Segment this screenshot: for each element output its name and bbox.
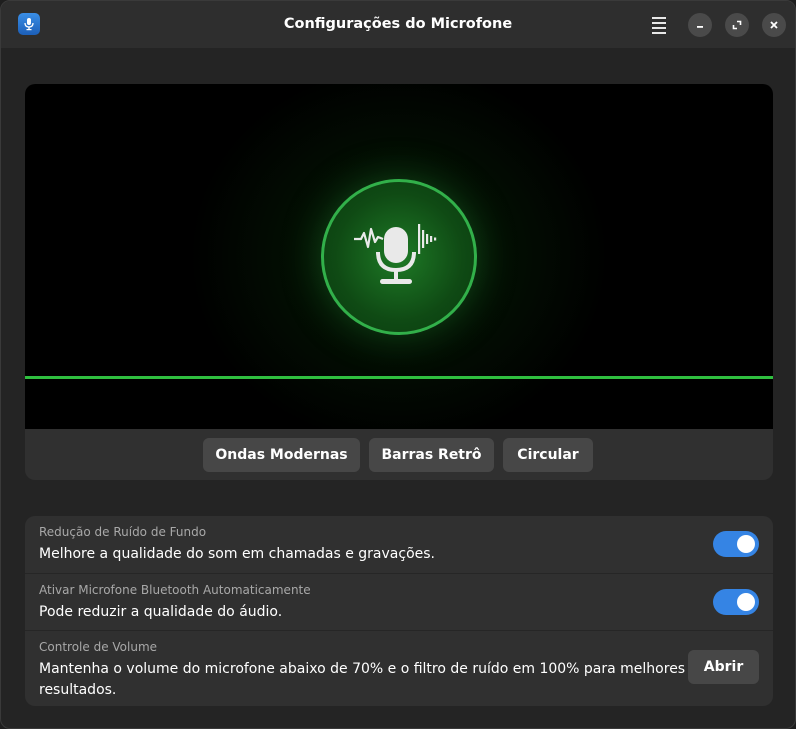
minimize-icon[interactable] <box>688 13 712 37</box>
close-icon[interactable] <box>762 13 786 37</box>
bluetooth-mic-row: Ativar Microfone Bluetooth Automaticamen… <box>25 573 773 630</box>
microphone-waveform-icon <box>321 179 477 335</box>
row-title: Controle de Volume <box>39 640 158 654</box>
row-description-line1: Mantenha o volume do microfone abaixo de… <box>39 661 686 677</box>
noise-reduction-toggle[interactable] <box>713 531 759 557</box>
row-description-line2: resultados. <box>39 682 117 698</box>
open-volume-button[interactable]: Abrir <box>688 650 759 684</box>
microphone-settings-window: Configurações do Microfone Ondas Moderna… <box>0 0 796 729</box>
audio-visualizer-card: Ondas Modernas Barras Retrô Circular <box>25 84 773 480</box>
noise-reduction-row: Redução de Ruído de Fundo Melhore a qual… <box>25 516 773 573</box>
style-retro-bars-button[interactable]: Barras Retrô <box>369 438 494 472</box>
visualizer-style-buttons: Ondas Modernas Barras Retrô Circular <box>25 429 773 480</box>
menu-icon[interactable] <box>647 13 671 37</box>
style-circular-button[interactable]: Circular <box>503 438 593 472</box>
style-modern-waves-button[interactable]: Ondas Modernas <box>203 438 360 472</box>
row-description: Melhore a qualidade do som em chamadas e… <box>39 546 435 562</box>
title-bar: Configurações do Microfone <box>1 1 795 48</box>
bluetooth-mic-toggle[interactable] <box>713 589 759 615</box>
row-title: Ativar Microfone Bluetooth Automaticamen… <box>39 583 311 597</box>
maximize-icon[interactable] <box>725 13 749 37</box>
audio-waveform-line <box>25 376 773 379</box>
window-title: Configurações do Microfone <box>283 16 513 32</box>
row-description: Pode reduzir a qualidade do áudio. <box>39 604 283 620</box>
visualizer-display <box>25 84 773 429</box>
row-title: Redução de Ruído de Fundo <box>39 525 207 539</box>
settings-list: Redução de Ruído de Fundo Melhore a qual… <box>25 516 773 706</box>
volume-control-row: Controle de Volume Mantenha o volume do … <box>25 630 773 706</box>
